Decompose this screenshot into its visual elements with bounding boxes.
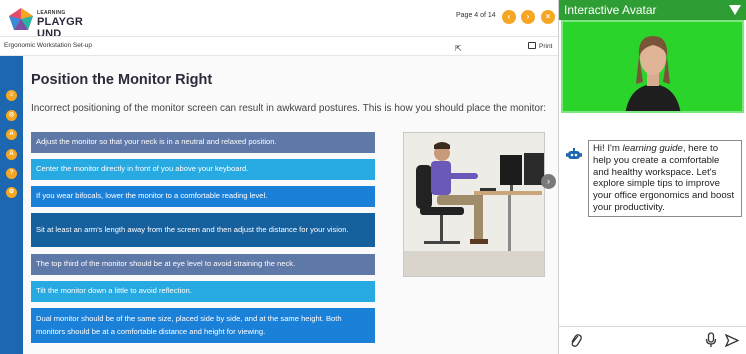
avatar-panel: Interactive Avatar Hi! I'm learning guid… — [558, 0, 746, 354]
list-item-text: Tilt the monitor down a little to avoid … — [36, 286, 192, 296]
list-item: Sit at least an arm's length away from t… — [31, 213, 375, 247]
glossary-icon[interactable]: A — [6, 129, 17, 140]
bot-icon — [566, 148, 582, 159]
workstation-illustration — [404, 133, 544, 276]
breadcrumb: Ergonomic Workstation Set-up — [4, 42, 93, 49]
carousel-next-button[interactable]: › — [541, 174, 556, 189]
sub-bar: Ergonomic Workstation Set-up Print — [0, 36, 558, 56]
top-bar: LEARNING PLAYGR UND Page 4 of 14 ‹ › × — [0, 0, 558, 40]
list-item-text: Sit at least an arm's length away from t… — [36, 224, 349, 234]
print-label: Print — [539, 43, 553, 50]
mouse-cursor-icon: ⇱ — [455, 44, 462, 53]
chat-input-bar[interactable] — [559, 326, 746, 354]
content-area: Position the Monitor Right Incorrect pos… — [23, 56, 558, 354]
chevron-right-icon: › — [547, 176, 550, 186]
sidebar: ≡ ◎ A A ? ⚙ — [0, 56, 23, 354]
page-indicator: Page 4 of 14 — [456, 12, 496, 19]
message-text-pre: Hi! I'm — [593, 143, 623, 154]
list-item-text: Adjust the monitor so that your neck is … — [36, 137, 277, 147]
print-button[interactable]: Print — [528, 42, 552, 50]
intro-text: Incorrect positioning of the monitor scr… — [31, 103, 547, 114]
chevron-right-icon: › — [526, 12, 530, 21]
logo-mark-icon — [9, 8, 33, 30]
close-icon: × — [545, 12, 551, 21]
avatar-figure — [563, 22, 742, 111]
help-icon[interactable]: ? — [6, 168, 17, 179]
microphone-icon[interactable] — [705, 332, 717, 348]
next-button[interactable]: › — [521, 10, 535, 24]
list-item: Dual monitor should be of the same size,… — [31, 308, 375, 343]
course-area: LEARNING PLAYGR UND Page 4 of 14 ‹ › × E… — [0, 0, 558, 354]
collapse-icon[interactable] — [729, 5, 741, 15]
panel-title: Interactive Avatar — [564, 3, 657, 17]
text-size-icon[interactable]: A — [6, 149, 17, 160]
prev-button[interactable]: ‹ — [502, 10, 516, 24]
avatar-video — [561, 20, 744, 113]
list-item-text: If you wear bifocals, lower the monitor … — [36, 191, 268, 201]
send-icon[interactable] — [725, 334, 739, 347]
page-title: Position the Monitor Right — [31, 72, 213, 88]
list-item: The top third of the monitor should be a… — [31, 254, 375, 275]
printer-icon — [528, 42, 536, 49]
chevron-left-icon: ‹ — [507, 12, 511, 21]
list-item-text: The top third of the monitor should be a… — [36, 259, 296, 269]
menu-icon[interactable]: ≡ — [6, 90, 17, 101]
chat-message: Hi! I'm learning guide, here to help you… — [588, 140, 742, 217]
list-item-text: Dual monitor should be of the same size,… — [36, 314, 342, 336]
list-item: If you wear bifocals, lower the monitor … — [31, 186, 375, 207]
close-button[interactable]: × — [541, 10, 555, 24]
message-text-em: learning guide — [622, 143, 683, 154]
list-item: Adjust the monitor so that your neck is … — [31, 132, 375, 153]
list-item: Tilt the monitor down a little to avoid … — [31, 281, 375, 302]
settings-icon[interactable]: ⚙ — [6, 187, 17, 198]
list-item: Center the monitor directly in front of … — [31, 159, 375, 180]
paperclip-icon[interactable] — [569, 333, 583, 349]
list-item-text: Center the monitor directly in front of … — [36, 164, 249, 174]
logo: LEARNING PLAYGR UND — [6, 5, 106, 40]
workstation-photo — [403, 132, 545, 277]
resources-icon[interactable]: ◎ — [6, 110, 17, 121]
panel-header: Interactive Avatar — [559, 0, 746, 20]
